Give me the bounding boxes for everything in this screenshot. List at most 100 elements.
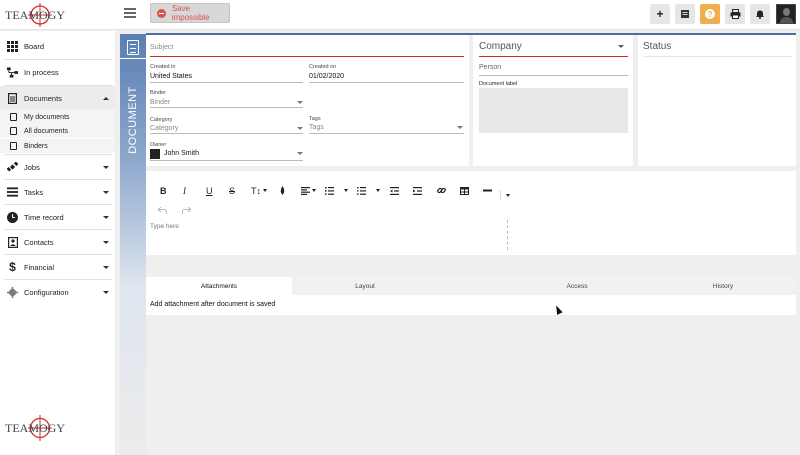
notes-icon <box>681 10 689 18</box>
owner-avatar <box>150 149 160 159</box>
teamogy-logo[interactable]: TEAMOGY <box>4 3 82 27</box>
bullet-list-icon <box>357 186 366 195</box>
teamogy-logo-footer: TEAMOGY <box>5 415 65 441</box>
horizontal-rule-button[interactable] <box>483 185 492 196</box>
subject-input[interactable]: Subject <box>150 44 173 51</box>
notifications-button[interactable] <box>750 4 770 24</box>
menu-toggle-icon[interactable] <box>124 8 136 18</box>
more-tools-button[interactable] <box>500 190 510 200</box>
sidebar-subitem-all-documents[interactable]: All documents <box>0 124 115 138</box>
sidebar-subitem-binders[interactable]: Binders <box>0 139 115 153</box>
ordered-list-icon <box>325 186 334 195</box>
text-color-button[interactable] <box>279 185 286 196</box>
bullet-list-dropdown[interactable] <box>374 185 380 196</box>
tags-underline <box>309 133 464 134</box>
save-impossible-button[interactable]: Save impossible <box>150 3 230 23</box>
sidebar-item-label: In process <box>24 67 59 77</box>
ordered-list-dropdown[interactable] <box>342 185 348 196</box>
sidebar-item-board[interactable]: Board <box>0 34 115 58</box>
sidebar-item-in-process[interactable]: In process <box>0 60 115 84</box>
align-button[interactable] <box>301 185 316 196</box>
user-avatar[interactable] <box>776 4 796 24</box>
chevron-down-icon <box>376 189 380 192</box>
add-button[interactable]: + <box>650 4 670 24</box>
person-select[interactable]: Person <box>479 64 501 71</box>
document-label-caption: Document label <box>479 81 518 87</box>
document-icon <box>7 92 18 104</box>
binder-select[interactable]: Binder <box>150 99 170 106</box>
sidebar-item-label: Tasks <box>24 187 44 197</box>
chevron-down-icon <box>506 193 510 197</box>
sidebar-item-label: Board <box>24 41 45 51</box>
horizontal-rule-icon <box>483 189 492 192</box>
sidebar-item-financial[interactable]: $ Financial <box>0 255 115 279</box>
tab-history[interactable]: History <box>650 277 796 295</box>
outdent-icon <box>390 186 399 195</box>
category-select[interactable]: Category <box>150 125 178 132</box>
help-button[interactable]: ? <box>700 4 720 24</box>
sidebar-item-jobs[interactable]: Jobs <box>0 155 115 179</box>
created-in-underline <box>150 82 303 83</box>
sidebar-subitem-label: Binders <box>24 142 48 150</box>
owner-underline <box>150 160 303 161</box>
bold-button[interactable]: B <box>160 185 167 196</box>
sidebar-subitem-label: All documents <box>24 127 68 135</box>
sidebar-item-contacts[interactable]: Contacts <box>0 230 115 254</box>
sidebar-subitem-my-documents[interactable]: My documents <box>0 110 115 124</box>
redo-button[interactable] <box>182 206 192 216</box>
created-in-label: Created in <box>150 64 176 70</box>
link-icon <box>437 187 446 194</box>
document-form-panel <box>146 35 469 166</box>
font-size-button[interactable]: T↕ <box>251 185 267 196</box>
table-icon <box>460 186 469 195</box>
print-button[interactable] <box>725 4 745 24</box>
droplet-icon <box>280 186 285 195</box>
chevron-down-icon <box>297 127 303 130</box>
sidebar-item-configuration[interactable]: Configuration <box>0 280 115 304</box>
sidebar-item-documents[interactable]: Documents <box>0 86 115 110</box>
logo-text: TEAMOGY <box>5 421 65 435</box>
document-type-tab: DOCUMENT <box>120 34 146 455</box>
ordered-list-button[interactable] <box>325 185 334 196</box>
created-on-field[interactable]: 01/02/2020 <box>309 73 344 80</box>
underline-button[interactable]: U <box>206 185 213 196</box>
owner-select[interactable]: John Smith <box>164 150 199 157</box>
tab-attachments[interactable]: Attachments <box>146 277 292 295</box>
sidebar-item-time-record[interactable]: Time record <box>0 205 115 229</box>
contact-icon <box>7 236 18 248</box>
sidebar-item-tasks[interactable]: Tasks <box>0 180 115 204</box>
editor-body[interactable]: Type here <box>150 223 179 230</box>
chevron-down-icon <box>103 290 109 294</box>
sidebar-item-label: Time record <box>24 212 64 222</box>
chevron-down-icon <box>263 189 267 192</box>
company-select[interactable]: Company <box>479 41 522 52</box>
sidebar-item-label: Configuration <box>24 287 69 297</box>
created-on-label: Created on <box>309 64 337 70</box>
strikethrough-button[interactable]: S <box>229 185 235 196</box>
chevron-down-icon <box>297 152 303 155</box>
bullet-list-button[interactable] <box>357 185 366 196</box>
document-label-input[interactable] <box>479 88 628 133</box>
tags-select[interactable]: Tags <box>309 124 324 131</box>
tab-access[interactable]: Access <box>504 277 650 295</box>
chevron-down-icon <box>103 240 109 244</box>
question-icon: ? <box>705 9 715 19</box>
tab-layout[interactable]: Layout <box>292 277 438 295</box>
status-panel <box>638 35 796 166</box>
link-button[interactable] <box>437 185 446 196</box>
table-button[interactable] <box>460 185 469 196</box>
logo-text: TEAMOGY <box>5 8 65 22</box>
outdent-button[interactable] <box>390 185 399 196</box>
notes-button[interactable] <box>675 4 695 24</box>
italic-button[interactable]: I <box>183 185 186 196</box>
binder-label: Binder <box>150 90 166 96</box>
created-in-field[interactable]: United States <box>150 73 192 80</box>
clock-icon <box>7 211 18 223</box>
created-on-underline <box>309 82 464 83</box>
document-tab-label: DOCUMENT <box>127 86 139 154</box>
undo-button[interactable] <box>157 206 167 216</box>
chevron-down-icon <box>297 101 303 104</box>
dollar-icon: $ <box>9 260 16 274</box>
indent-button[interactable] <box>413 185 422 196</box>
bell-icon <box>756 10 764 19</box>
